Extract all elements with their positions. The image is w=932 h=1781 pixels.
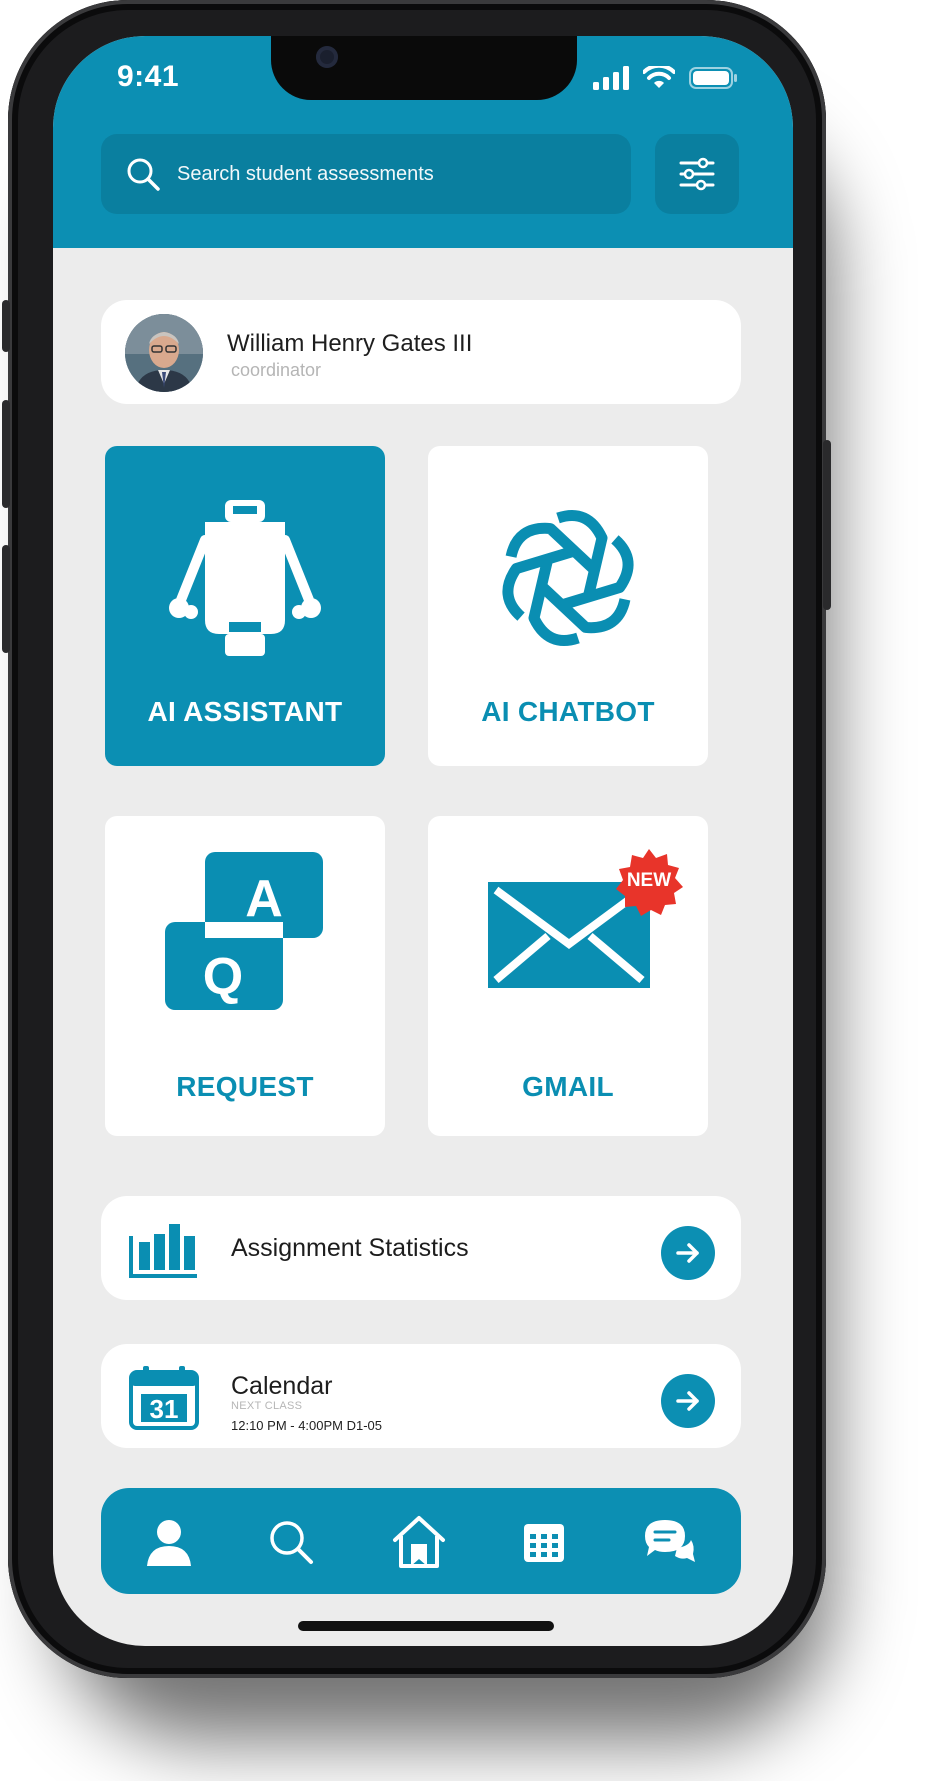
- nav-profile[interactable]: [141, 1514, 197, 1570]
- tile-ai-chatbot[interactable]: AI CHATBOT: [428, 446, 708, 766]
- tile-request[interactable]: A Q REQUEST: [105, 816, 385, 1136]
- assignment-statistics-card[interactable]: Assignment Statistics: [101, 1196, 741, 1300]
- svg-text:A: A: [245, 870, 283, 928]
- tile-label-request: REQUEST: [176, 1071, 314, 1102]
- search-icon: [127, 158, 160, 191]
- nav-calendar[interactable]: [516, 1514, 572, 1570]
- battery-icon: [689, 67, 737, 89]
- signal-icon: [593, 66, 629, 90]
- sliders-icon: [679, 157, 715, 191]
- calendar-icon: [524, 1524, 564, 1562]
- next-class-time: 12:10 PM - 4:00PM D1-05: [231, 1418, 383, 1433]
- next-class-label: NEXT CLASS: [231, 1400, 303, 1412]
- chat-icon: [645, 1520, 695, 1562]
- profile-card[interactable]: William Henry Gates III coordinator: [101, 300, 741, 404]
- tile-label-ai-chatbot: AI CHATBOT: [481, 696, 655, 727]
- calendar-icon-day: 31: [150, 1394, 179, 1424]
- nav-search[interactable]: [263, 1514, 319, 1570]
- status-icons: [593, 66, 739, 90]
- notch: [271, 36, 577, 100]
- arrow-right-icon: [676, 1243, 699, 1263]
- assignment-statistics-title: Assignment Statistics: [231, 1234, 469, 1262]
- svg-text:Q: Q: [203, 948, 243, 1006]
- openai-icon: [502, 510, 634, 646]
- nav-home[interactable]: [391, 1514, 447, 1570]
- search-icon: [270, 1521, 313, 1564]
- profile-role: coordinator: [231, 360, 322, 380]
- bottom-nav: [101, 1488, 741, 1594]
- profile-icon: [147, 1520, 191, 1566]
- phone-frame: 9:41 Search student assessments William …: [2, 0, 831, 1678]
- bar-chart-icon: [129, 1224, 197, 1278]
- screen: 9:41 Search student assessments William …: [53, 36, 793, 1646]
- tile-gmail[interactable]: NEW GMAIL: [428, 816, 708, 1136]
- qa-icon: A Q: [165, 852, 323, 1010]
- home-indicator[interactable]: [298, 1621, 554, 1631]
- tile-label-gmail: GMAIL: [522, 1071, 614, 1102]
- arrow-right-icon: [676, 1391, 699, 1411]
- volume-down-button: [2, 545, 10, 653]
- filter-button[interactable]: [655, 134, 739, 214]
- search-placeholder: Search student assessments: [177, 162, 434, 185]
- robot-icon: [169, 500, 321, 656]
- new-badge-label: NEW: [626, 870, 672, 891]
- volume-up-button: [2, 400, 10, 508]
- wifi-icon: [643, 66, 675, 88]
- status-time: 9:41: [117, 60, 180, 93]
- new-badge: NEW: [614, 848, 684, 918]
- calendar-arrow-button[interactable]: [661, 1374, 715, 1428]
- calendar-card[interactable]: 31 Calendar NEXT CLASS 12:10 PM - 4:00PM…: [101, 1344, 741, 1448]
- tile-label-ai-assistant: AI ASSISTANT: [147, 696, 343, 727]
- profile-name: William Henry Gates III: [227, 330, 473, 357]
- home-icon: [393, 1516, 445, 1568]
- avatar: [125, 314, 203, 392]
- front-camera: [316, 46, 338, 68]
- nav-chat[interactable]: [641, 1514, 697, 1570]
- mute-switch: [2, 300, 10, 352]
- search-bar[interactable]: Search student assessments: [101, 134, 631, 214]
- power-button: [823, 440, 831, 610]
- calendar-title: Calendar: [231, 1372, 333, 1400]
- tile-ai-assistant[interactable]: AI ASSISTANT: [105, 446, 385, 766]
- header: 9:41 Search student assessments: [53, 36, 793, 248]
- assignment-statistics-arrow-button[interactable]: [661, 1226, 715, 1280]
- calendar-icon: 31: [129, 1366, 199, 1430]
